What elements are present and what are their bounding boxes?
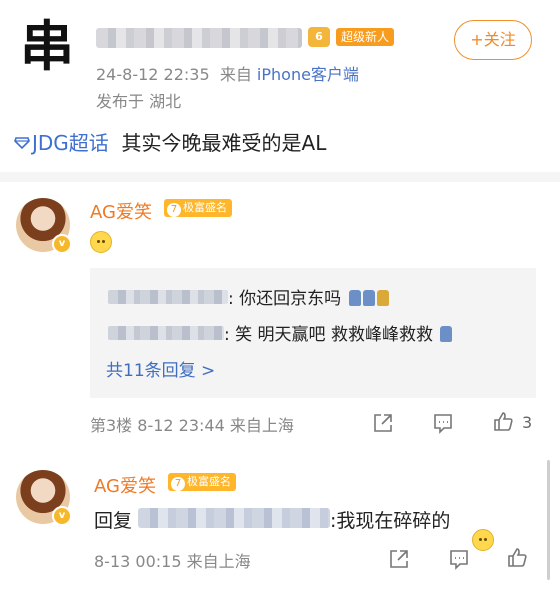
- reply-text: : 笑 明天赢吧 救救峰峰救救: [224, 320, 453, 345]
- reply-target-blurred[interactable]: [138, 508, 330, 528]
- thumbs-up-icon[interactable]: [506, 546, 528, 568]
- comment-meta: 8-13 00:15 来自上海: [94, 548, 251, 572]
- reply-text-content: : 笑 明天赢吧 救救峰峰救救: [224, 325, 433, 345]
- comment-icon[interactable]: [432, 412, 454, 434]
- share-icon[interactable]: [388, 548, 410, 570]
- reply-prefix: 回复: [94, 510, 133, 532]
- reply-user-blurred[interactable]: [108, 290, 228, 304]
- fame-tag: 7 极富盛名: [164, 199, 232, 217]
- author-avatar[interactable]: 串: [14, 14, 80, 80]
- commenter-name[interactable]: AG爱笑: [90, 198, 152, 224]
- sad-emoji-icon: [472, 529, 494, 551]
- post-from-label: 来自: [219, 65, 252, 84]
- share-icon[interactable]: [372, 412, 394, 434]
- fame-tag: 7 极富盛名: [168, 473, 236, 491]
- post-meta: 24-8-12 22:35 来自 iPhone客户端: [96, 61, 359, 85]
- topic-link[interactable]: JDG超话: [14, 131, 115, 155]
- reply-text-content: : 你还回京东吗: [228, 289, 342, 309]
- reply-body: :我现在碎碎的: [330, 510, 451, 532]
- hammer-icon: [376, 290, 389, 306]
- fame-level-icon: 7: [167, 203, 181, 217]
- thumbs-up-icon[interactable]: [492, 410, 514, 432]
- diamond-icon: [14, 137, 30, 149]
- author-name-blurred[interactable]: [96, 28, 302, 48]
- jd-mascot-icon: [440, 326, 453, 342]
- fame-tag-label: 极富盛名: [183, 201, 227, 214]
- post-body: JDG超话 其实今晚最难受的是AL: [14, 127, 326, 156]
- comment-icon[interactable]: [448, 548, 470, 570]
- verified-badge-icon: v: [52, 234, 72, 254]
- post-location: 发布于 湖北: [96, 92, 182, 111]
- fame-level-icon: 7: [171, 477, 185, 491]
- author-level-badge: 6: [308, 27, 330, 47]
- scrollbar[interactable]: [547, 460, 550, 580]
- reply-user-blurred[interactable]: [108, 326, 224, 340]
- jd-mascot-icon: [362, 290, 375, 306]
- comment-time: 8-12 23:44: [137, 416, 225, 435]
- follow-button[interactable]: +关注: [454, 20, 532, 60]
- like-count: 3: [522, 413, 533, 432]
- verified-badge-icon: v: [52, 506, 72, 526]
- reply-text: : 你还回京东吗: [228, 284, 389, 309]
- comment-time: 8-13 00:15: [94, 552, 182, 571]
- comment-meta: 第3楼 8-12 23:44 来自上海: [90, 412, 294, 436]
- super-newbie-badge: 超级新人: [336, 28, 395, 46]
- post-source[interactable]: iPhone客户端: [257, 65, 359, 84]
- topic-label: JDG超话: [32, 131, 109, 155]
- fame-tag-label: 极富盛名: [187, 475, 231, 488]
- more-replies-link[interactable]: 共11条回复 >: [106, 356, 215, 381]
- jd-mascot-icon: [348, 290, 361, 306]
- crying-emoji-icon: [90, 231, 112, 253]
- comment-source: 来自上海: [186, 552, 251, 571]
- post-text: 其实今晚最难受的是AL: [121, 131, 327, 155]
- post-time: 24-8-12 22:35: [96, 65, 210, 84]
- commenter-name[interactable]: AG爱笑: [94, 472, 156, 498]
- floor-number: 第3楼: [90, 416, 133, 435]
- comment-source: 来自上海: [229, 416, 294, 435]
- section-divider: [0, 172, 560, 182]
